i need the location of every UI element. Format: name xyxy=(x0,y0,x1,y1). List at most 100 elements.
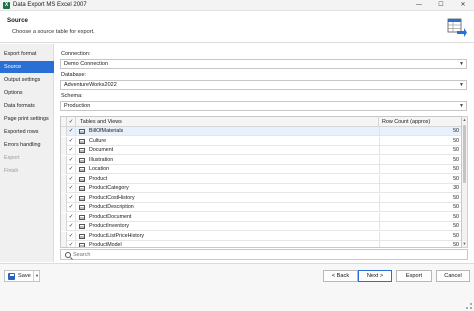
tables-grid[interactable]: ✓ Tables and Views Row Count (approx) ✓ B… xyxy=(60,116,462,248)
row-count: 50 xyxy=(379,231,461,241)
row-checkbox[interactable]: ✓ xyxy=(67,212,76,222)
excel-app-icon: X xyxy=(3,2,10,9)
row-checkbox[interactable]: ✓ xyxy=(67,146,76,155)
export-button[interactable]: Export xyxy=(396,270,432,282)
table-row[interactable]: ✓ ProductDocument 50 xyxy=(61,212,461,222)
table-name: Illustration xyxy=(89,156,114,163)
row-count: 50 xyxy=(379,212,461,222)
column-header-tables[interactable]: Tables and Views xyxy=(76,117,379,127)
table-name: Document xyxy=(89,147,114,153)
table-icon xyxy=(79,138,85,144)
table-row[interactable]: ✓ Product 50 xyxy=(61,174,461,184)
row-checkbox[interactable]: ✓ xyxy=(67,136,76,146)
table-name: ProductListPriceHistory xyxy=(89,232,145,239)
table-row[interactable]: ✓ BillOfMaterials 50 xyxy=(61,127,461,136)
row-checkbox[interactable]: ✓ xyxy=(67,241,76,247)
table-row[interactable]: ✓ Document 50 xyxy=(61,146,461,155)
save-disk-icon xyxy=(8,273,15,280)
row-count: 50 xyxy=(379,174,461,184)
table-name: ProductInventory xyxy=(89,223,130,229)
table-icon xyxy=(79,243,85,247)
schema-label: Schema: xyxy=(61,93,83,99)
scroll-up-icon[interactable]: ▲ xyxy=(462,117,467,123)
table-row[interactable]: ✓ ProductDescription 50 xyxy=(61,203,461,212)
chevron-down-icon[interactable]: ▼ xyxy=(33,271,40,281)
cancel-button[interactable]: Cancel xyxy=(436,270,470,282)
row-checkbox[interactable]: ✓ xyxy=(67,231,76,241)
row-checkbox[interactable]: ✓ xyxy=(67,222,76,231)
row-checkbox[interactable]: ✓ xyxy=(67,193,76,203)
table-row[interactable]: ✓ Culture 50 xyxy=(61,136,461,146)
table-row[interactable]: ✓ ProductListPriceHistory 50 xyxy=(61,231,461,241)
page-title: Source xyxy=(7,17,28,24)
resize-grip[interactable] xyxy=(466,303,472,309)
table-name: ProductCostHistory xyxy=(89,194,135,201)
save-button-label: Save xyxy=(18,273,31,279)
close-button[interactable]: ✕ xyxy=(452,0,474,11)
row-checkbox[interactable]: ✓ xyxy=(67,165,76,174)
connection-select[interactable]: Demo Connection ▼ xyxy=(60,59,467,69)
next-button[interactable]: Next > xyxy=(358,270,392,282)
table-row[interactable]: ✓ ProductModel 50 xyxy=(61,241,461,248)
sidebar-item-errors-handling[interactable]: Errors handling xyxy=(0,139,54,151)
row-count: 50 xyxy=(379,165,461,174)
connection-value: Demo Connection xyxy=(64,61,109,67)
row-count: 50 xyxy=(379,241,461,247)
column-header-row-count[interactable]: Row Count (approx) xyxy=(379,117,461,127)
export-table-icon xyxy=(447,18,467,37)
row-checkbox[interactable]: ✓ xyxy=(67,174,76,184)
search-box[interactable] xyxy=(60,249,468,260)
search-input[interactable] xyxy=(73,251,463,259)
search-icon xyxy=(65,252,71,258)
row-checkbox[interactable]: ✓ xyxy=(67,127,76,136)
table-row[interactable]: ✓ Location 50 xyxy=(61,165,461,174)
title-bar: X Data Export MS Excel 2007 — ☐ ✕ xyxy=(0,0,474,11)
save-split-button[interactable]: Save ▼ xyxy=(4,270,40,282)
schema-select[interactable]: Production ▼ xyxy=(60,101,467,111)
minimize-button[interactable]: — xyxy=(408,0,430,11)
table-icon xyxy=(79,233,85,239)
row-checkbox[interactable]: ✓ xyxy=(67,203,76,212)
table-icon xyxy=(79,148,85,153)
table-icon xyxy=(79,129,85,134)
table-name: ProductModel xyxy=(89,242,122,248)
database-value: AdventureWorks2022 xyxy=(64,82,117,88)
sidebar-item-source[interactable]: Source xyxy=(0,61,54,73)
sidebar-item-export-format[interactable]: Export format xyxy=(0,48,54,60)
row-count: 50 xyxy=(379,127,461,136)
sidebar-item-data-formats[interactable]: Data formats xyxy=(0,100,54,112)
chevron-down-icon: ▼ xyxy=(459,82,464,88)
sidebar-item-options[interactable]: Options xyxy=(0,87,54,99)
row-count: 50 xyxy=(379,146,461,155)
connection-label: Connection: xyxy=(61,51,91,57)
row-checkbox[interactable]: ✓ xyxy=(67,155,76,165)
page-description: Choose a source table for export. xyxy=(12,29,95,35)
table-icon xyxy=(79,195,85,201)
table-row[interactable]: ✓ ProductCategory 30 xyxy=(61,184,461,193)
wizard-header: Source Choose a source table for export. xyxy=(0,11,474,43)
table-row[interactable]: ✓ ProductCostHistory 50 xyxy=(61,193,461,203)
sidebar-item-finish: Finish xyxy=(4,168,19,174)
database-select[interactable]: AdventureWorks2022 ▼ xyxy=(60,80,467,90)
table-icon xyxy=(79,176,85,182)
sidebar-item-output-settings[interactable]: Output settings xyxy=(0,74,54,86)
maximize-button[interactable]: ☐ xyxy=(430,0,452,11)
grid-vertical-scrollbar[interactable]: ▲ ▼ xyxy=(462,116,468,248)
schema-value: Production xyxy=(64,103,91,109)
sidebar-item-exported-rows[interactable]: Exported rows xyxy=(0,126,54,138)
row-count: 50 xyxy=(379,155,461,165)
row-checkbox[interactable]: ✓ xyxy=(67,184,76,193)
select-all-checkbox[interactable]: ✓ xyxy=(67,117,76,127)
scroll-down-icon[interactable]: ▼ xyxy=(462,241,467,247)
table-row[interactable]: ✓ ProductInventory 50 xyxy=(61,222,461,231)
chevron-down-icon: ▼ xyxy=(459,61,464,67)
table-name: Culture xyxy=(89,137,107,144)
row-count: 50 xyxy=(379,136,461,146)
back-button[interactable]: < Back xyxy=(323,270,358,282)
table-row[interactable]: ✓ Illustration 50 xyxy=(61,155,461,165)
wizard-steps-sidebar: Export format Source Output settings Opt… xyxy=(0,44,54,262)
scrollbar-thumb[interactable] xyxy=(463,125,466,183)
wizard-footer: Save ▼ < Back Next > Export Cancel xyxy=(0,263,474,311)
chevron-down-icon: ▼ xyxy=(459,103,464,109)
sidebar-item-page-print-settings[interactable]: Page print settings xyxy=(0,113,54,125)
